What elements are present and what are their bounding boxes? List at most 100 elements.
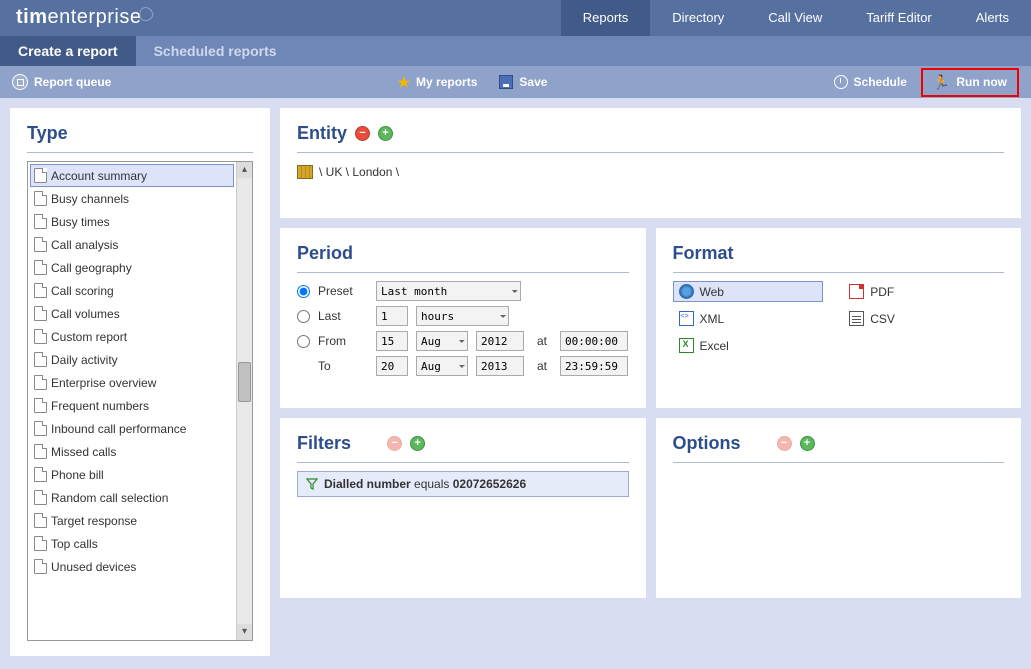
from-time-input[interactable]	[560, 331, 628, 351]
type-item-custom-report[interactable]: Custom report	[30, 325, 234, 348]
from-year-input[interactable]	[476, 331, 524, 351]
type-item-label: Top calls	[51, 537, 98, 551]
last-n-input[interactable]	[376, 306, 408, 326]
format-pdf[interactable]: PDF	[843, 281, 1004, 302]
format-excel[interactable]: Excel	[673, 335, 834, 356]
type-item-label: Frequent numbers	[51, 399, 149, 413]
topnav-call-view[interactable]: Call View	[746, 0, 844, 36]
topnav-alerts[interactable]: Alerts	[954, 0, 1031, 36]
type-item-label: Phone bill	[51, 468, 104, 482]
type-item-label: Busy channels	[51, 192, 129, 206]
entity-title: Entity − +	[297, 123, 1004, 144]
period-preset-radio[interactable]	[297, 285, 310, 298]
period-from-radio[interactable]	[297, 335, 310, 348]
format-grid: Web PDF XML CSV Excel	[673, 281, 1005, 356]
type-item-missed-calls[interactable]: Missed calls	[30, 440, 234, 463]
format-title: Format	[673, 243, 1005, 264]
type-item-phone-bill[interactable]: Phone bill	[30, 463, 234, 486]
type-item-label: Random call selection	[51, 491, 168, 505]
option-remove-button[interactable]: −	[777, 436, 792, 451]
from-day-input[interactable]	[376, 331, 408, 351]
type-item-frequent-numbers[interactable]: Frequent numbers	[30, 394, 234, 417]
type-item-call-scoring[interactable]: Call scoring	[30, 279, 234, 302]
top-bar: timenterprise ReportsDirectoryCall ViewT…	[0, 0, 1031, 36]
options-panel: Options − +	[656, 418, 1022, 598]
type-item-account-summary[interactable]: Account summary	[30, 164, 234, 187]
filter-add-button[interactable]: +	[410, 436, 425, 451]
scroll-thumb[interactable]	[238, 362, 251, 402]
to-time-input[interactable]	[560, 356, 628, 376]
type-item-call-analysis[interactable]: Call analysis	[30, 233, 234, 256]
type-item-label: Inbound call performance	[51, 422, 186, 436]
filter-row[interactable]: Dialled number equals 02072652626	[297, 471, 629, 497]
type-item-call-geography[interactable]: Call geography	[30, 256, 234, 279]
to-year-input[interactable]	[476, 356, 524, 376]
page-icon	[34, 375, 47, 390]
type-item-top-calls[interactable]: Top calls	[30, 532, 234, 555]
at-label-2: at	[532, 359, 552, 373]
sub-tab-bar: Create a reportScheduled reports	[0, 36, 1031, 66]
period-panel: Period Preset Last month Last hours	[280, 228, 646, 408]
last-label: Last	[318, 309, 368, 323]
type-item-random-call-selection[interactable]: Random call selection	[30, 486, 234, 509]
report-queue-button[interactable]: Report queue	[12, 74, 111, 90]
at-label: at	[532, 334, 552, 348]
page-icon	[34, 260, 47, 275]
type-item-daily-activity[interactable]: Daily activity	[30, 348, 234, 371]
type-list[interactable]: Account summaryBusy channelsBusy timesCa…	[27, 161, 253, 641]
topnav-tariff-editor[interactable]: Tariff Editor	[844, 0, 954, 36]
csv-icon	[849, 311, 864, 326]
subtab-scheduled-reports[interactable]: Scheduled reports	[136, 36, 295, 66]
entity-add-button[interactable]: +	[378, 126, 393, 141]
from-month-select[interactable]: Aug	[416, 331, 468, 351]
type-item-label: Enterprise overview	[51, 376, 156, 390]
to-month-select[interactable]: Aug	[416, 356, 468, 376]
type-item-call-volumes[interactable]: Call volumes	[30, 302, 234, 325]
type-item-busy-channels[interactable]: Busy channels	[30, 187, 234, 210]
to-day-input[interactable]	[376, 356, 408, 376]
format-web[interactable]: Web	[673, 281, 823, 302]
type-item-busy-times[interactable]: Busy times	[30, 210, 234, 233]
page-icon	[34, 329, 47, 344]
topnav-directory[interactable]: Directory	[650, 0, 746, 36]
entity-remove-button[interactable]: −	[355, 126, 370, 141]
type-item-target-response[interactable]: Target response	[30, 509, 234, 532]
scroll-up-icon[interactable]: ▴	[237, 162, 252, 178]
option-add-button[interactable]: +	[800, 436, 815, 451]
page-icon	[34, 536, 47, 551]
last-unit-select[interactable]: hours	[416, 306, 509, 326]
page-icon	[34, 237, 47, 252]
preset-label: Preset	[318, 284, 368, 298]
topnav-reports[interactable]: Reports	[561, 0, 651, 36]
type-item-unused-devices[interactable]: Unused devices	[30, 555, 234, 578]
format-label: Excel	[700, 339, 729, 353]
building-icon	[297, 165, 313, 179]
period-last-radio[interactable]	[297, 310, 310, 323]
page-icon	[34, 191, 47, 206]
filter-text: Dialled number equals 02072652626	[324, 477, 526, 491]
preset-select[interactable]: Last month	[376, 281, 521, 301]
subtab-create-a-report[interactable]: Create a report	[0, 36, 136, 66]
type-item-enterprise-overview[interactable]: Enterprise overview	[30, 371, 234, 394]
page-icon	[34, 283, 47, 298]
format-xml[interactable]: XML	[673, 308, 834, 329]
save-button[interactable]: Save	[499, 75, 547, 89]
page-icon	[34, 490, 47, 505]
format-csv[interactable]: CSV	[843, 308, 1004, 329]
schedule-button[interactable]: Schedule	[834, 75, 907, 89]
funnel-icon	[306, 478, 318, 490]
filters-title: Filters − +	[297, 433, 629, 454]
scroll-down-icon[interactable]: ▾	[237, 624, 252, 640]
entity-panel: Entity − + \ UK \ London \	[280, 108, 1021, 218]
format-panel: Format Web PDF XML CSV Excel	[656, 228, 1022, 408]
my-reports-button[interactable]: ★ My reports	[397, 74, 477, 91]
filter-remove-button[interactable]: −	[387, 436, 402, 451]
type-item-inbound-call-performance[interactable]: Inbound call performance	[30, 417, 234, 440]
scrollbar[interactable]: ▴ ▾	[236, 162, 252, 640]
run-now-button[interactable]: 🏃 Run now	[921, 68, 1019, 97]
entity-path[interactable]: \ UK \ London \	[297, 161, 1004, 183]
type-item-label: Account summary	[51, 169, 147, 183]
format-label: CSV	[870, 312, 895, 326]
type-item-label: Unused devices	[51, 560, 136, 574]
star-icon: ★	[397, 74, 410, 91]
